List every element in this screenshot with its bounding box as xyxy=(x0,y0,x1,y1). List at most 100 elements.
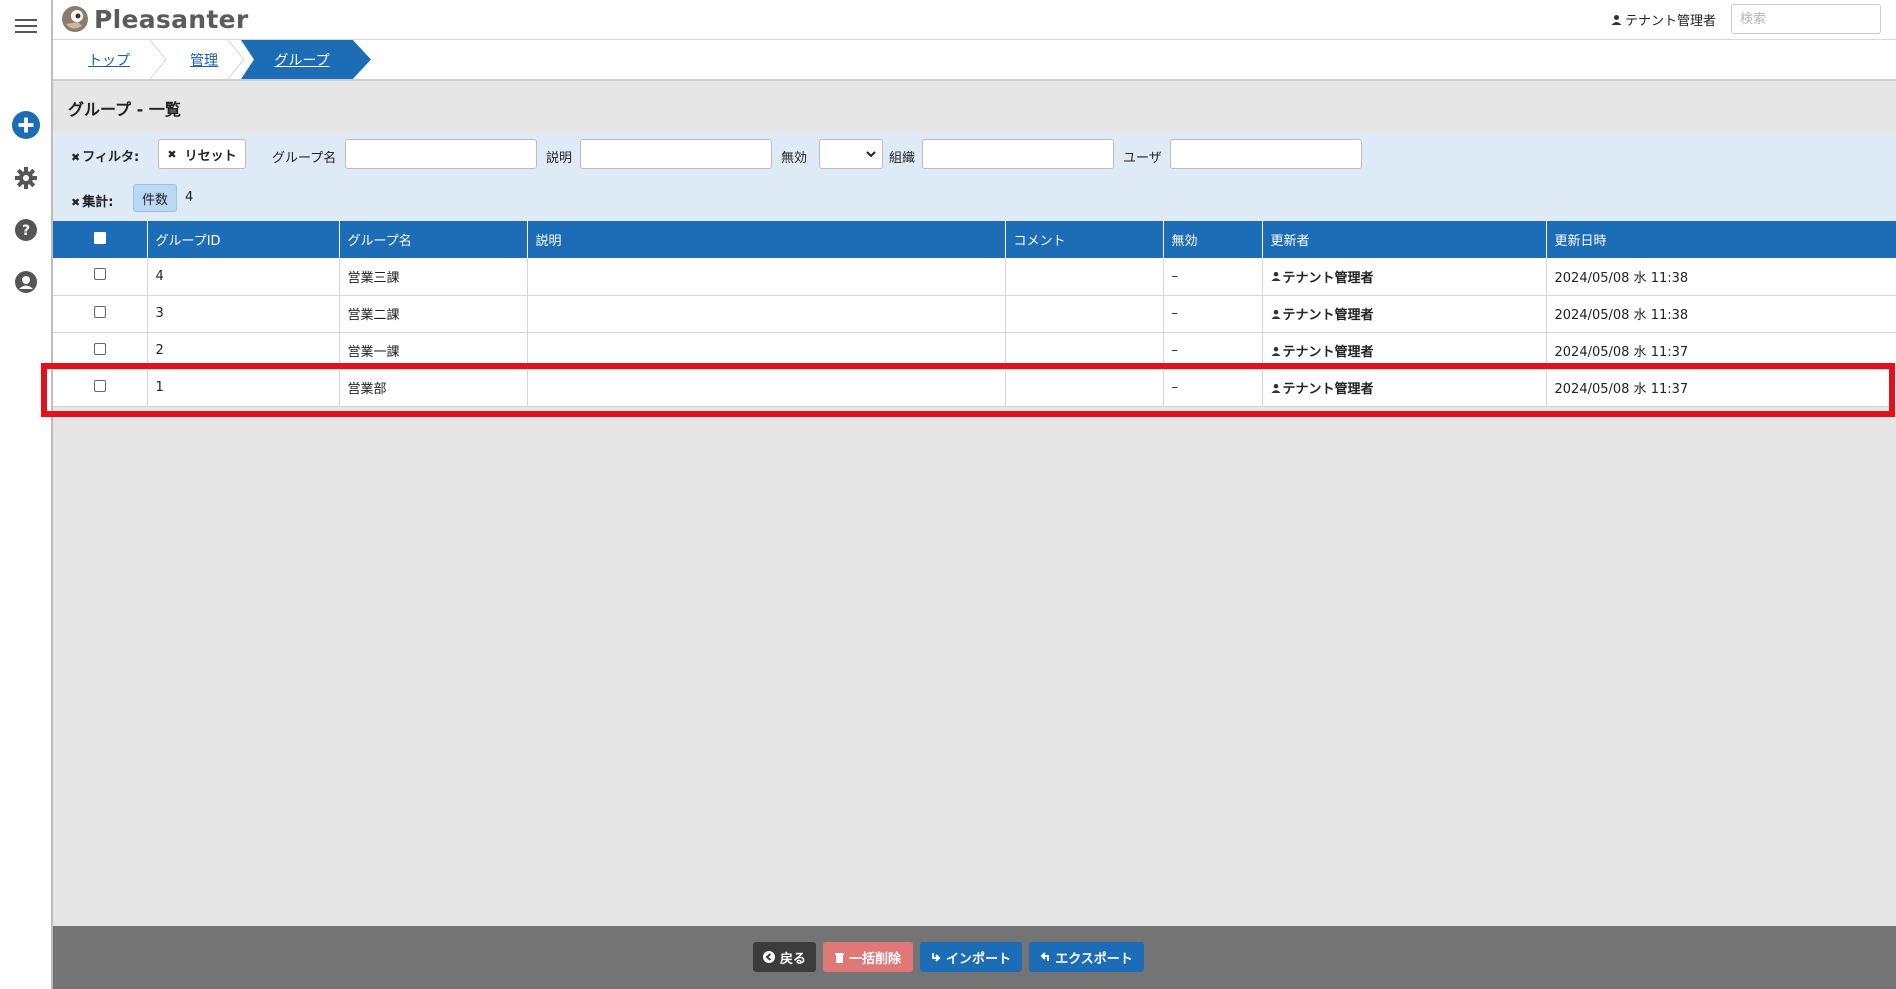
disabled-filter-label: 無効 xyxy=(781,151,808,166)
row-select-cell xyxy=(53,258,148,296)
column-header-comment[interactable]: コメント xyxy=(1005,221,1164,258)
aggregate-heading[interactable]: ✖ 集計: xyxy=(71,191,113,210)
breadcrumb-manage-link[interactable]: 管理 xyxy=(190,50,218,70)
bird-logo-icon xyxy=(62,6,88,32)
aggregate-x-icon: ✖ xyxy=(71,196,81,209)
row-checkbox[interactable] xyxy=(93,305,106,318)
row-checkbox[interactable] xyxy=(93,342,106,355)
row-select-cell xyxy=(53,332,148,370)
app-logo[interactable]: Pleasanter xyxy=(60,4,249,34)
collapse-x-icon: ✖ xyxy=(71,151,81,164)
menu-icon[interactable] xyxy=(12,12,40,40)
row-checkbox[interactable] xyxy=(93,268,106,281)
bulk-delete-button[interactable]: 一括削除 xyxy=(823,942,913,972)
help-icon[interactable]: ? xyxy=(12,216,40,244)
user-filter-label: ユーザ xyxy=(1123,151,1162,166)
account-icon[interactable] xyxy=(12,268,40,296)
filter-heading-label: フィルタ: xyxy=(82,150,140,165)
user-icon xyxy=(1270,346,1281,356)
select-all-checkbox[interactable] xyxy=(93,231,106,244)
back-arrow-icon xyxy=(762,951,775,963)
table-row[interactable]: 3 営業二課 – テナント管理者 2024/05/08 水 11:38 xyxy=(53,295,1896,333)
cell-id: 2 xyxy=(147,332,340,370)
user-icon xyxy=(1270,272,1281,282)
cell-comment xyxy=(1005,258,1164,296)
table-row[interactable]: 1 営業部 – テナント管理者 2024/05/08 水 11:37 xyxy=(53,369,1896,407)
group-name-filter-input[interactable] xyxy=(345,139,537,169)
table-header-row: グループID グループ名 説明 コメント 無効 更新者 更新日時 xyxy=(53,221,1896,258)
user-filter-input[interactable] xyxy=(1170,139,1362,169)
column-header-description[interactable]: 説明 xyxy=(527,221,1006,258)
gear-icon[interactable] xyxy=(12,164,40,192)
export-button[interactable]: エクスポート xyxy=(1029,942,1144,972)
cell-updated: 2024/05/08 水 11:38 xyxy=(1546,258,1896,296)
user-name: テナント管理者 xyxy=(1624,14,1716,29)
cell-updater: テナント管理者 xyxy=(1262,258,1547,296)
column-header-id[interactable]: グループID xyxy=(147,221,340,258)
export-icon xyxy=(1040,952,1050,961)
search-input[interactable] xyxy=(1731,4,1881,34)
chevron-down-icon xyxy=(866,150,876,157)
back-label: 戻る xyxy=(779,951,806,967)
app-name: Pleasanter xyxy=(94,4,249,34)
breadcrumb-top[interactable]: トップ xyxy=(88,40,130,79)
page-title: グループ - 一覧 xyxy=(68,100,181,119)
import-icon xyxy=(931,953,941,962)
cell-description xyxy=(527,295,1006,333)
reset-label: リセット xyxy=(184,148,237,164)
select-all-cell xyxy=(53,221,148,258)
cell-id: 1 xyxy=(147,369,340,407)
import-button[interactable]: インポート xyxy=(920,942,1022,972)
description-filter-input[interactable] xyxy=(580,139,772,169)
updater-name: テナント管理者 xyxy=(1282,270,1374,286)
user-icon xyxy=(1270,383,1281,393)
cell-disabled: – xyxy=(1163,295,1263,333)
row-checkbox[interactable] xyxy=(93,379,106,392)
organization-filter-input[interactable] xyxy=(922,139,1114,169)
cell-updated: 2024/05/08 水 11:38 xyxy=(1546,295,1896,333)
disabled-filter-select[interactable] xyxy=(819,139,883,169)
svg-text:?: ? xyxy=(22,223,30,239)
reset-x-icon: ✖ xyxy=(167,147,177,161)
cell-disabled: – xyxy=(1163,369,1263,407)
group-name-filter-label: グループ名 xyxy=(272,151,337,166)
count-chip[interactable]: 件数 xyxy=(133,184,177,212)
cell-updater: テナント管理者 xyxy=(1262,332,1547,370)
aggregate-heading-label: 集計: xyxy=(82,195,114,210)
back-button[interactable]: 戻る xyxy=(753,942,816,972)
filter-heading[interactable]: ✖ フィルタ: xyxy=(71,146,139,165)
breadcrumb-separator xyxy=(149,40,167,79)
table-row[interactable]: 2 営業一課 – テナント管理者 2024/05/08 水 11:37 xyxy=(53,332,1896,370)
breadcrumb-group-link[interactable]: グループ xyxy=(274,50,329,70)
cell-comment xyxy=(1005,369,1164,407)
cell-disabled: – xyxy=(1163,332,1263,370)
cell-name: 営業二課 xyxy=(339,295,528,333)
main-content: グループ - 一覧 ✖ フィルタ: ✖ リセット グループ名 説明 無効 組織 ユ… xyxy=(53,81,1896,989)
cell-comment xyxy=(1005,332,1164,370)
command-bar: 戻る 一括削除 インポート エクスポート xyxy=(53,926,1896,989)
column-header-updater[interactable]: 更新者 xyxy=(1262,221,1547,258)
current-user[interactable]: テナント管理者 xyxy=(1611,10,1716,29)
breadcrumb-top-link[interactable]: トップ xyxy=(88,50,130,70)
cell-comment xyxy=(1005,295,1164,333)
bulk-delete-label: 一括削除 xyxy=(848,951,901,967)
side-rail: ? xyxy=(0,0,53,989)
cell-name: 営業部 xyxy=(339,369,528,407)
reset-button[interactable]: ✖ リセット xyxy=(158,139,246,169)
breadcrumb-group[interactable]: グループ xyxy=(241,40,371,79)
table-row[interactable]: 4 営業三課 – テナント管理者 2024/05/08 水 11:38 xyxy=(53,258,1896,296)
cell-id: 3 xyxy=(147,295,340,333)
breadcrumb-manage[interactable]: 管理 xyxy=(190,40,218,79)
import-label: インポート xyxy=(945,951,1011,967)
column-header-updated[interactable]: 更新日時 xyxy=(1546,221,1896,258)
cell-name: 営業一課 xyxy=(339,332,528,370)
row-select-cell xyxy=(53,369,148,407)
column-header-name[interactable]: グループ名 xyxy=(339,221,528,258)
cell-description xyxy=(527,332,1006,370)
column-header-disabled[interactable]: 無効 xyxy=(1163,221,1263,258)
updater-name: テナント管理者 xyxy=(1282,382,1374,397)
add-icon[interactable] xyxy=(12,111,40,139)
updater-name: テナント管理者 xyxy=(1282,308,1374,323)
breadcrumb-separator xyxy=(227,40,245,79)
organization-filter-label: 組織 xyxy=(889,151,916,166)
